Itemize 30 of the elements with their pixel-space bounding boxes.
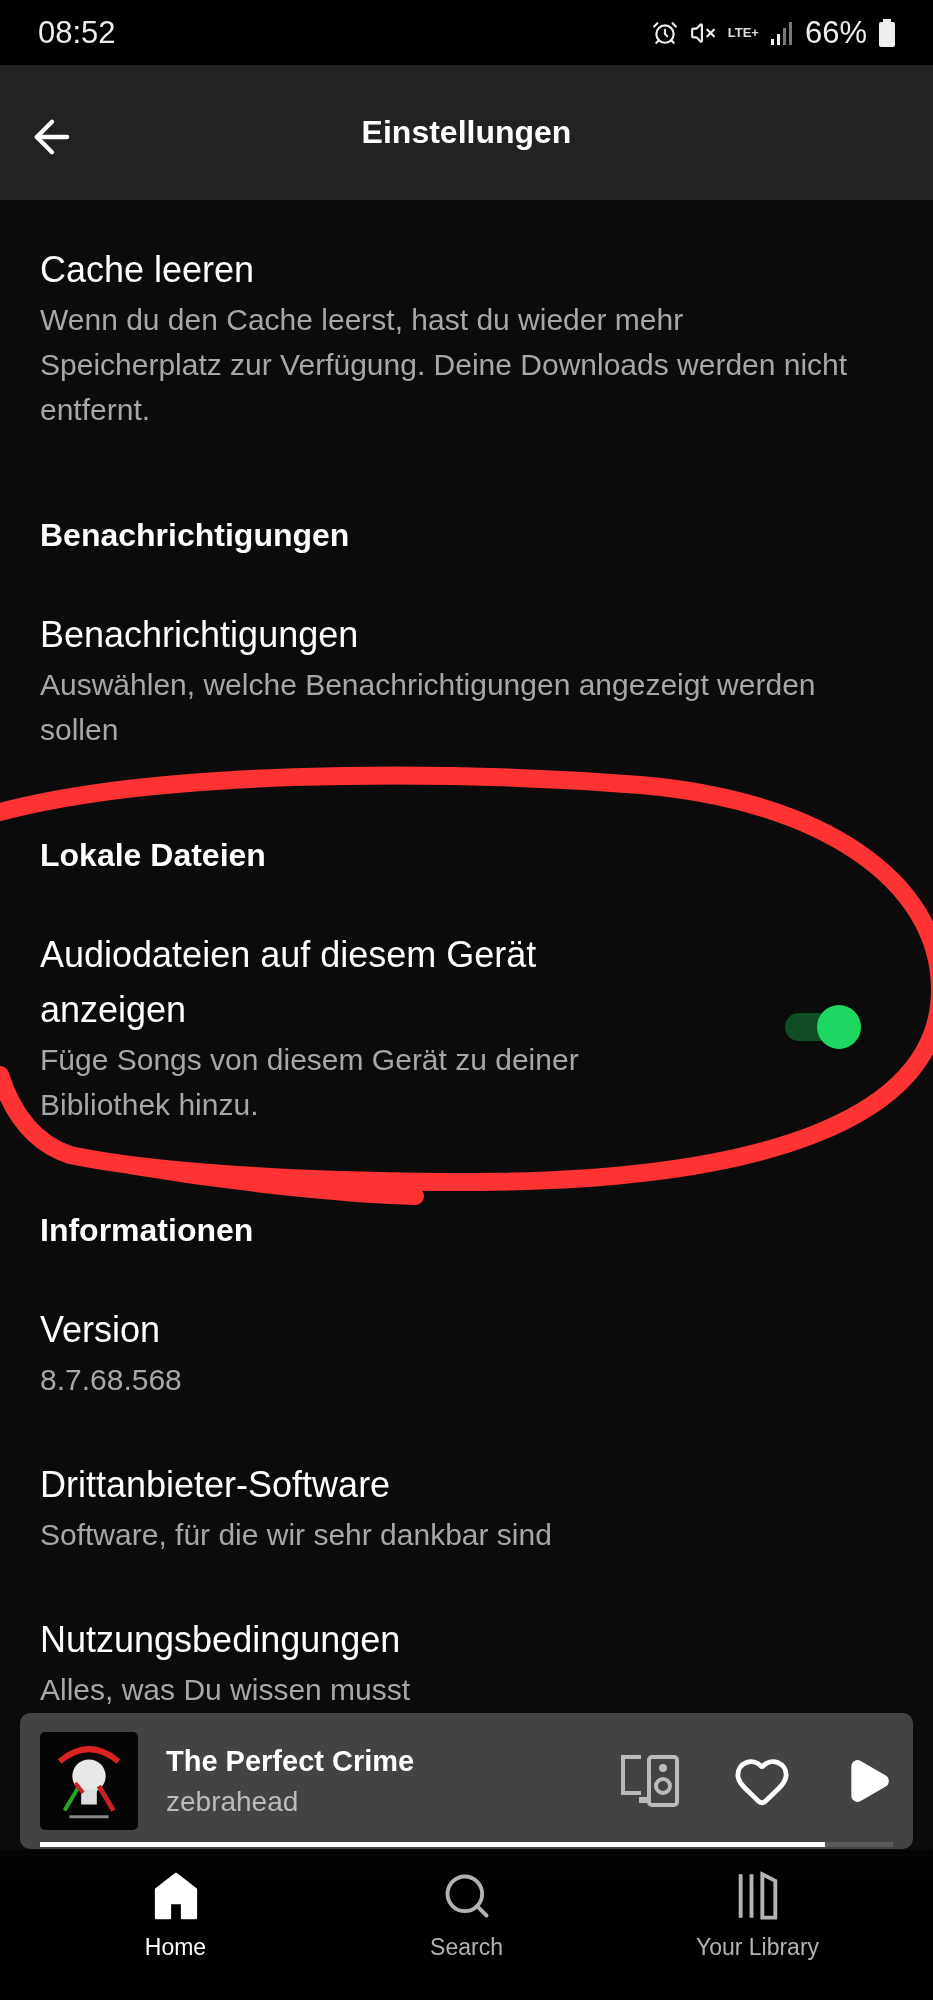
section-header: Informationen <box>40 1211 255 1250</box>
toggle-switch[interactable] <box>785 1005 861 1049</box>
setting-description: Auswählen, welche Benachrichtigungen angezeigt werden sollen <box>40 667 817 748</box>
setting-title[interactable]: Audiodateien auf diesem Gerät anzeigen <box>40 927 680 1037</box>
battery-level: 66% <box>804 14 867 51</box>
device-speaker-icon[interactable] <box>619 1753 681 1809</box>
nav-tab[interactable]: Your Library <box>647 1850 868 2000</box>
network-type: LTE+ <box>727 25 759 40</box>
setting-description: Füge Songs von diesem Gerät zu deiner Bibliothek hinzu. <box>40 1042 580 1123</box>
page-title: Einstellungen <box>361 114 572 151</box>
alarm-icon <box>651 19 678 46</box>
setting-title[interactable]: Drittanbieter-Software <box>40 1457 552 1512</box>
mini-player[interactable]: The Perfect Crime zebrahead <box>20 1713 913 1849</box>
setting-title[interactable]: Version <box>40 1302 182 1357</box>
setting-description: Software, für die wir sehr dankbar sind <box>40 1517 552 1553</box>
setting-title[interactable]: Benachrichtigungen <box>40 607 850 662</box>
nav-tab[interactable]: Home <box>65 1850 286 2000</box>
setting-description: Wenn du den Cache leerst, hast du wieder mehr Speicherplatz zur Verfügung. Deine Downloads werden nicht entfernt. <box>40 302 849 428</box>
status-time: 08:52 <box>38 14 116 51</box>
track-artist: zebrahead <box>166 1785 300 1818</box>
battery-icon <box>879 18 895 47</box>
setting-title[interactable]: Nutzungsbedingungen <box>40 1612 411 1667</box>
track-title: The Perfect Crime <box>166 1744 416 1778</box>
setting-description: 8.7.68.568 <box>40 1362 182 1398</box>
section-header: Benachrichtigungen <box>40 516 351 555</box>
setting-title[interactable]: Cache leeren <box>40 242 850 297</box>
signal-icon <box>770 20 793 45</box>
setting-description: Alles, was Du wissen musst <box>40 1672 411 1708</box>
section-header: Lokale Dateien <box>40 836 267 875</box>
nav-tab[interactable]: Search <box>356 1850 577 2000</box>
